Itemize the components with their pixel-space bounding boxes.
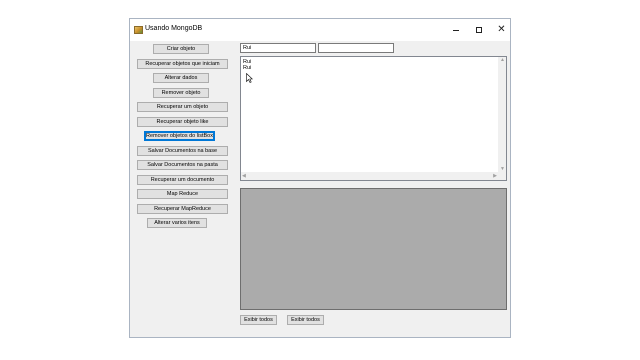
vertical-scrollbar[interactable]: ▲ ▼ [498, 57, 506, 172]
close-button[interactable]: ✕ [490, 19, 513, 41]
remover-objetos-do-listbox-button[interactable]: Remover objetos do listBox [144, 131, 215, 141]
list-item[interactable]: Rui [241, 65, 251, 71]
data-grid[interactable] [240, 188, 507, 310]
scroll-left-icon[interactable]: ◀ [242, 173, 246, 179]
map-reduce-button[interactable]: Map Reduce [137, 189, 228, 199]
minimize-icon [452, 30, 459, 31]
salvar-documentos-na-base-button[interactable]: Salvar Documentos na base [137, 146, 228, 156]
exibir-todos-button-1[interactable]: Exibir todos [240, 315, 277, 325]
minimize-button[interactable] [444, 19, 467, 41]
alterar-varios-itens-button[interactable]: Alterar varios itens [147, 218, 207, 228]
scroll-right-icon[interactable]: ▶ [493, 173, 497, 179]
recuperar-um-objeto-button[interactable]: Recuperar um objeto [137, 102, 228, 112]
alterar-dados-button[interactable]: Alterar dados [153, 73, 209, 83]
scroll-up-icon[interactable]: ▲ [500, 57, 505, 63]
recuperar-mapreduce-button[interactable]: Recuperar MapReduce [137, 204, 228, 214]
maximize-button[interactable] [467, 19, 490, 41]
window-title: Usando MongoDB [145, 25, 203, 32]
scroll-corner [498, 172, 506, 180]
title-bar[interactable]: Usando MongoDB ✕ [130, 19, 510, 41]
close-icon: ✕ [497, 24, 506, 35]
salvar-documentos-na-pasta-button[interactable]: Salvar Documentos na pasta [137, 160, 228, 170]
maximize-icon [475, 27, 482, 33]
main-window: Usando MongoDB ✕ Criar objeto Recuperar … [129, 18, 511, 338]
horizontal-scrollbar[interactable]: ◀ ▶ [241, 172, 498, 180]
results-listbox[interactable]: Rui Rui ▲ ▼ ◀ ▶ [240, 56, 507, 181]
mouse-cursor-icon [246, 73, 253, 83]
recuperar-um-documento-button[interactable]: Recuperar um documento [137, 175, 228, 185]
exibir-todos-button-2[interactable]: Exibir todos [287, 315, 324, 325]
app-icon [134, 26, 143, 34]
text-input-2[interactable] [318, 43, 394, 53]
remover-objeto-button[interactable]: Remover objeto [153, 88, 209, 98]
text-input-1[interactable]: Rui [240, 43, 316, 53]
listbox-items: Rui Rui [241, 59, 251, 71]
criar-objeto-button[interactable]: Criar objeto [153, 44, 209, 54]
recuperar-objetos-que-iniciam-button[interactable]: Recuperar objetos que iniciam [137, 59, 228, 69]
recuperar-objeto-like-button[interactable]: Recuperar objeto like [137, 117, 228, 127]
